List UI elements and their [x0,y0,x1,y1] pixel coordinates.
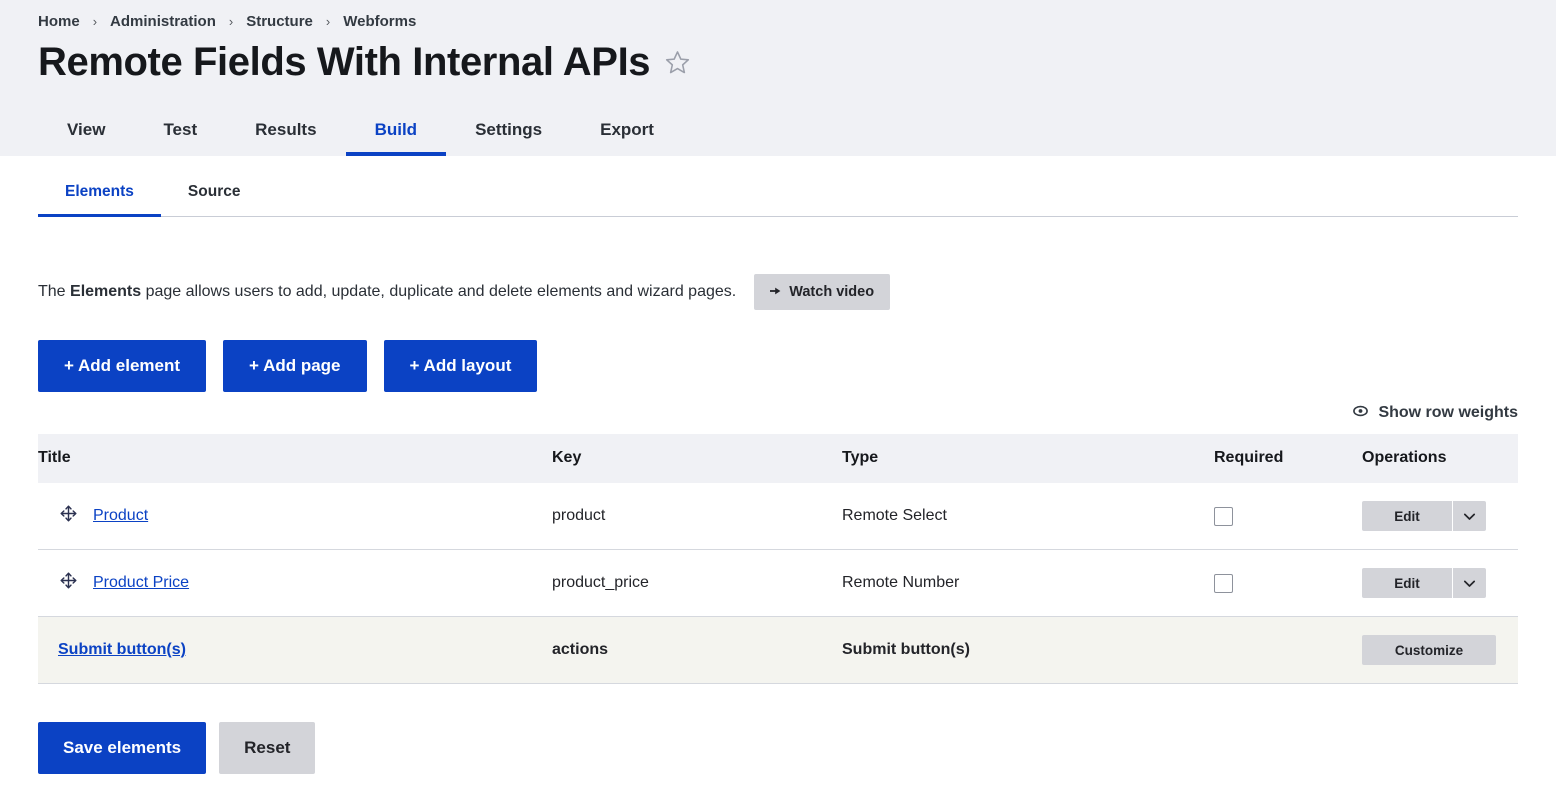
drag-handle-icon[interactable] [58,503,79,529]
breadcrumb-separator: › [325,14,331,29]
cell-type: Remote Select [842,483,1214,550]
help-text: The Elements page allows users to add, u… [38,281,736,303]
footer-actions: Save elements Reset [38,722,1518,774]
tab-export[interactable]: Export [571,106,683,156]
play-icon [770,284,782,300]
cell-required [1214,616,1362,684]
operations-toggle-button[interactable] [1452,501,1486,531]
cell-operations: Edit [1362,483,1518,550]
watch-video-button[interactable]: Watch video [754,274,891,310]
table-row: Product Price product_price Remote Numbe… [38,549,1518,617]
eye-icon [1352,404,1369,422]
show-row-weights-label: Show row weights [1378,404,1518,421]
elements-table-body: Product product Remote Select Edit Produ… [38,483,1518,684]
page-title: Remote Fields With Internal APIs [38,40,651,84]
subtab-elements[interactable]: Elements [38,183,161,217]
secondary-tabs: Elements Source [38,156,1518,217]
edit-button[interactable]: Edit [1362,501,1452,531]
help-text-bold: Elements [70,282,142,300]
subtab-source[interactable]: Source [161,183,268,217]
primary-tabs: View Test Results Build Settings Export [38,106,683,156]
reset-button[interactable]: Reset [219,722,316,774]
cell-required [1214,483,1362,550]
add-element-button[interactable]: + Add element [38,340,207,392]
cell-type: Remote Number [842,549,1214,617]
row-weights-row: Show row weights [38,404,1518,422]
breadcrumb: Home › Administration › Structure › Webf… [38,0,1556,30]
required-checkbox[interactable] [1214,506,1233,526]
cell-operations: Edit [1362,549,1518,617]
edit-button[interactable]: Edit [1362,568,1452,598]
breadcrumb-item-administration[interactable]: Administration [110,13,216,30]
breadcrumb-item-home[interactable]: Home [38,13,80,30]
element-title-link[interactable]: Submit button(s) [58,641,186,659]
cell-title: Submit button(s) [38,616,552,684]
elements-table-head: Title Key Type Required Operations [38,434,1518,483]
column-header-operations: Operations [1362,434,1518,483]
add-page-button[interactable]: + Add page [223,340,367,392]
required-checkbox[interactable] [1214,573,1233,593]
breadcrumb-separator: › [228,14,234,29]
tab-settings[interactable]: Settings [446,106,571,156]
table-header-row: Title Key Type Required Operations [38,434,1518,483]
tab-test[interactable]: Test [134,106,226,156]
operations-dropbutton: Edit [1362,501,1486,531]
add-actions: + Add element + Add page + Add layout [38,340,1518,392]
cell-title: Product Price [38,549,552,617]
customize-button[interactable]: Customize [1362,635,1496,665]
element-title-link[interactable]: Product Price [93,574,189,592]
cell-required [1214,549,1362,617]
chevron-down-icon [1463,576,1476,591]
page-title-row: Remote Fields With Internal APIs [38,41,1556,83]
main-content: The Elements page allows users to add, u… [0,274,1556,774]
cell-operations: Customize [1362,616,1518,684]
column-header-key: Key [552,434,842,483]
cell-key: actions [552,616,842,684]
cell-title: Product [38,483,552,550]
breadcrumb-item-structure[interactable]: Structure [246,13,313,30]
add-layout-button[interactable]: + Add layout [383,340,538,392]
cell-key: product_price [552,549,842,617]
table-row: Submit button(s) actions Submit button(s… [38,616,1518,684]
element-title-link[interactable]: Product [93,507,148,525]
help-text-after: page allows users to add, update, duplic… [141,282,737,300]
drag-handle-icon[interactable] [58,570,79,596]
breadcrumb-separator: › [92,14,98,29]
help-row: The Elements page allows users to add, u… [38,274,1518,310]
page-header: Home › Administration › Structure › Webf… [0,0,1556,156]
tab-build[interactable]: Build [345,106,447,156]
table-row: Product product Remote Select Edit [38,483,1518,550]
column-header-type: Type [842,434,1214,483]
column-header-required: Required [1214,434,1362,483]
operations-dropbutton: Edit [1362,568,1486,598]
operations-toggle-button[interactable] [1452,568,1486,598]
tab-view[interactable]: View [38,106,134,156]
star-outline-icon[interactable] [664,49,691,81]
elements-table: Title Key Type Required Operations Produ… [38,434,1518,684]
show-row-weights-toggle[interactable]: Show row weights [1352,404,1518,422]
cell-type: Submit button(s) [842,616,1214,684]
cell-key: product [552,483,842,550]
help-text-before: The [38,282,71,300]
column-header-title: Title [38,434,552,483]
breadcrumb-item-webforms[interactable]: Webforms [343,13,416,30]
tab-results[interactable]: Results [226,106,345,156]
watch-video-label: Watch video [789,284,875,300]
chevron-down-icon [1463,509,1476,524]
save-elements-button[interactable]: Save elements [38,722,207,774]
